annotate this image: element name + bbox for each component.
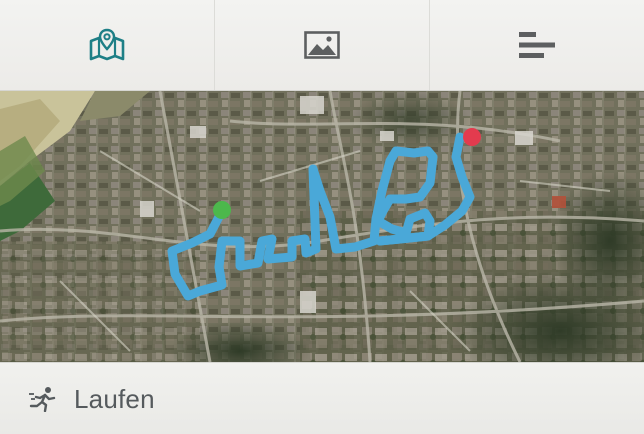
tab-stats[interactable] — [430, 0, 644, 90]
start-marker[interactable] — [213, 201, 231, 219]
activity-footer: Laufen — [0, 362, 644, 434]
activity-type-label: Laufen — [74, 383, 155, 414]
end-marker[interactable] — [463, 128, 481, 146]
map-pin-icon — [89, 28, 125, 61]
tab-map[interactable] — [0, 0, 215, 90]
tab-photos[interactable] — [215, 0, 430, 90]
running-icon — [29, 387, 56, 412]
image-icon — [304, 31, 340, 59]
route-map[interactable] — [0, 91, 644, 362]
activity-card: Laufen — [0, 0, 644, 434]
bar-list-icon — [519, 32, 555, 58]
satellite-map-image — [0, 91, 644, 362]
tab-bar — [0, 0, 644, 91]
